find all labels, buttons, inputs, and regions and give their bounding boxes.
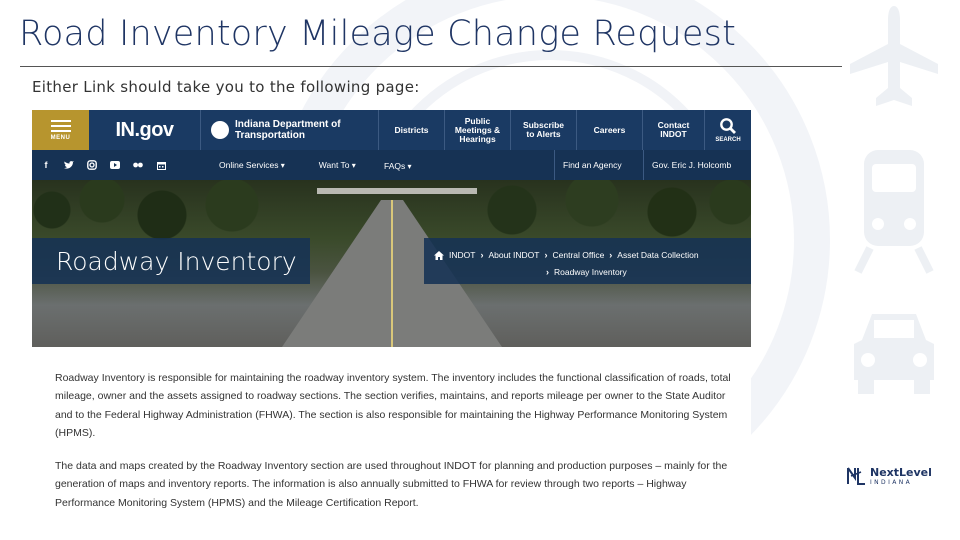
flickr-icon[interactable] — [133, 160, 143, 170]
nextlevel-indiana-logo: NextLevel INDIANA — [846, 466, 932, 486]
hamburger-icon — [50, 119, 71, 122]
side-transport-icons — [832, 0, 960, 440]
train-icon — [854, 150, 934, 274]
calendar-icon[interactable] — [156, 160, 166, 170]
social-links: f — [32, 160, 198, 170]
breadcrumb: INDOT › About INDOT › Central Office › A… — [424, 238, 751, 284]
menu-button[interactable]: MENU — [32, 110, 89, 150]
site-sub-bar: f Online Services Want To FAQs Find an — [32, 150, 751, 180]
breadcrumb-about-indot[interactable]: About INDOT — [488, 247, 539, 264]
faqs-menu-wrap: FAQs — [384, 156, 554, 174]
breadcrumb-separator-icon: › — [546, 267, 549, 277]
page-title: Roadway Inventory — [56, 246, 297, 276]
sub-menus: Online Services Want To — [198, 160, 384, 170]
title-divider — [20, 66, 842, 67]
twitter-icon[interactable] — [64, 160, 74, 170]
nextlevel-mark-icon — [847, 467, 865, 485]
online-services-menu[interactable]: Online Services — [219, 160, 285, 170]
car-icon — [854, 314, 934, 394]
search-icon — [720, 118, 736, 134]
page-title-box: Roadway Inventory — [32, 238, 310, 284]
logo-name: NextLevel — [870, 465, 932, 479]
nav-public-meetings[interactable]: Public Meetings & Hearings — [445, 110, 511, 150]
agency-name: Indiana Department of Transportation — [235, 119, 341, 141]
indot-seal-icon — [211, 121, 229, 139]
slide-title: Road Inventory Mileage Change Request — [19, 14, 737, 54]
want-to-menu[interactable]: Want To — [319, 160, 356, 170]
governor-button[interactable]: Gov. Eric J. Holcomb — [643, 150, 751, 180]
menu-label: MENU — [50, 134, 71, 141]
hero-banner: Roadway Inventory INDOT › About INDOT › … — [32, 180, 751, 347]
breadcrumb-indot[interactable]: INDOT — [449, 247, 475, 264]
search-label: SEARCH — [715, 137, 741, 143]
nav-districts[interactable]: Districts — [379, 110, 445, 150]
youtube-icon[interactable] — [110, 160, 120, 170]
breadcrumb-current: Roadway Inventory — [554, 267, 627, 277]
airplane-icon — [850, 6, 938, 106]
web-page-screenshot: MENU IN.gov Indiana Department of Transp… — [32, 110, 751, 520]
hero-overpass — [317, 188, 477, 194]
home-icon — [434, 251, 444, 260]
body-paragraph: Roadway Inventory is responsible for mai… — [55, 372, 731, 439]
logo-state: INDIANA — [870, 478, 913, 486]
breadcrumb-central-office[interactable]: Central Office — [552, 247, 604, 264]
breadcrumb-separator-icon: › — [609, 250, 613, 260]
ingov-logo[interactable]: IN.gov — [89, 110, 201, 150]
search-button[interactable]: SEARCH — [705, 110, 751, 150]
slide-subtitle: Either Link should take you to the follo… — [32, 78, 420, 96]
facebook-icon[interactable]: f — [41, 160, 51, 170]
instagram-icon[interactable] — [87, 160, 97, 170]
page-body: Roadway Inventory is responsible for mai… — [55, 369, 745, 520]
nav-careers[interactable]: Careers — [577, 110, 643, 150]
breadcrumb-separator-icon: › — [480, 250, 484, 260]
hero-highway-median — [391, 200, 393, 347]
agency-home-link[interactable]: Indiana Department of Transportation — [201, 110, 379, 150]
faqs-menu[interactable]: FAQs — [384, 161, 412, 171]
ingov-logo-text: IN.gov — [115, 118, 174, 141]
nav-subscribe-alerts[interactable]: Subscribe to Alerts — [511, 110, 577, 150]
breadcrumb-separator-icon: › — [544, 250, 548, 260]
body-paragraph: The data and maps created by the Roadway… — [55, 460, 728, 509]
find-agency-button[interactable]: Find an Agency — [554, 150, 643, 180]
breadcrumb-asset-data-collection[interactable]: Asset Data Collection — [617, 247, 698, 264]
nav-contact-indot[interactable]: Contact INDOT — [643, 110, 705, 150]
site-top-bar: MENU IN.gov Indiana Department of Transp… — [32, 110, 751, 150]
